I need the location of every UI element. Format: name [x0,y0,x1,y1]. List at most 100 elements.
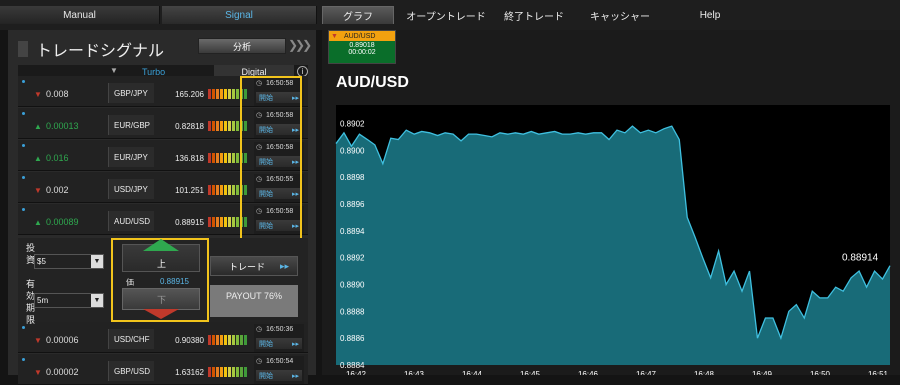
price: 0.90380 [175,336,204,345]
change-value: 0.002 [46,185,69,195]
down-label: 下 [157,295,167,305]
arrow-right-icon: ▸▸ [291,372,299,380]
y-tick-label: 0.8888 [340,307,365,316]
signal-header: トレードシグナル [18,38,164,60]
change-value: 0.00006 [46,335,79,345]
tab-open-trades[interactable]: オープントレード [400,6,492,24]
y-tick-label: 0.8894 [340,227,365,236]
time-box: ◷ 16:50:36 開始 ▸▸ [254,324,304,352]
expiry-time: 16:50:36 [266,326,294,333]
clock-icon: ◷ [256,326,263,333]
price: 101.251 [175,186,204,195]
payout-badge: PAYOUT 76% [210,285,298,317]
tab-help[interactable]: Help [690,6,730,24]
symbol: AUD/USD [108,211,154,231]
x-tick-label: 16:47 [636,370,657,375]
invest-value: $5 [37,257,46,266]
sort-caret-icon[interactable]: ▼ [110,66,118,75]
last-price-label: 0.88914 [842,253,879,264]
symbol: GBP/JPY [108,83,154,103]
strength-bars [208,367,250,377]
analysis-button[interactable]: 分析 [198,38,286,54]
status-dot [22,358,25,361]
invest-select[interactable]: $5 ▼ [34,254,104,269]
arrow-up-icon: ▲ [34,154,42,163]
tab-manual[interactable]: Manual [0,6,160,24]
down-arrow-icon [143,309,179,319]
tag-symbol: AUD/USD [343,32,376,40]
tag-timer: 00:00:02 [348,49,376,56]
x-tick-label: 16:45 [520,370,541,375]
ticker-tag: ▼ AUD/USD 0.89018 00:00:02 [328,30,396,64]
price-label: 価 [126,278,134,287]
arrow-down-icon: ▼ [34,90,42,99]
x-tick-label: 16:43 [404,370,425,375]
y-tick-label: 0.8902 [340,119,365,128]
change-value: 0.00002 [46,367,79,377]
status-dot [22,326,25,329]
open-button[interactable]: 開始 ▸▸ [256,338,302,349]
top-nav: Manual Signal グラフ オープントレード 終了トレード キャッシャー… [0,0,900,30]
signal-title: トレードシグナル [36,43,165,60]
y-tick-label: 0.8890 [340,280,365,289]
arrow-up-icon: ▲ [34,122,42,131]
tag-price: 0.89018 [349,42,375,49]
signal-row[interactable]: ▼ 0.00002 GBP/USD 1.63162 ◷ 16:50:54 開始 ▸… [18,354,308,385]
x-tick-label: 16:49 [752,370,773,375]
x-tick-label: 16:48 [694,370,715,375]
arrow-down-icon: ▼ [34,186,42,195]
expiry-value: 5m [37,296,49,305]
highlight-time-column [240,76,302,244]
x-tick-label: 16:50 [810,370,831,375]
price: 165.206 [175,90,204,99]
price-value: 0.88915 [160,277,189,286]
clock-icon: ◷ [256,358,263,365]
symbol: GBP/USD [108,361,154,381]
arrow-up-icon: ▲ [34,218,42,227]
down-arrow-icon: ▼ [331,32,338,40]
trade-button-label: トレード [229,261,266,272]
status-dot [22,144,25,147]
open-label: 開始 [259,372,273,380]
tab-graph[interactable]: グラフ [322,6,394,24]
symbol: EUR/GBP [108,115,154,135]
time-box: ◷ 16:50:54 開始 ▸▸ [254,356,304,384]
x-tick-label: 16:51 [868,370,889,375]
x-tick-label: 16:46 [578,370,599,375]
tab-cashier[interactable]: キャッシャー [580,6,660,24]
x-tick-label: 16:42 [346,370,367,375]
tab-closed-trades[interactable]: 終了トレード [498,6,570,24]
price: 0.88915 [175,218,204,227]
open-button[interactable]: 開始 ▸▸ [256,370,302,381]
chart-panel: ▼ AUD/USD 0.89018 00:00:02 AUD/USD 0.8902… [322,30,900,375]
price: 136.818 [175,154,204,163]
arrow-down-icon: ▼ [34,368,42,377]
open-label: 開始 [259,340,273,348]
symbol: USD/CHF [108,329,154,349]
price-chart[interactable]: 0.8902 0.8900 0.8898 0.8896 0.8894 0.8892 0.88… [322,85,900,375]
chevron-down-icon: ▼ [91,294,103,307]
y-tick-label: 0.8892 [340,254,365,263]
strength-bars [208,335,250,345]
expiry-select[interactable]: 5m ▼ [34,293,104,308]
change-value: 0.008 [46,89,69,99]
up-arrow-icon [143,239,179,251]
symbol: EUR/JPY [108,147,154,167]
up-button[interactable]: 上 [122,239,200,272]
symbol: USD/JPY [108,179,154,199]
status-dot [22,80,25,83]
signal-row[interactable]: ▼ 0.00006 USD/CHF 0.90380 ◷ 16:50:36 開始 ▸… [18,322,308,353]
y-tick-label: 0.8886 [340,334,365,343]
chevron-down-icon: ▼ [91,255,103,268]
down-button[interactable]: 下 [122,288,200,319]
tab-signal[interactable]: Signal [162,6,317,24]
status-dot [22,112,25,115]
arrow-down-icon: ▼ [34,336,42,345]
trade-button[interactable]: トレード ▸▸ [210,256,298,276]
arrow-right-icon: ▸▸ [291,340,299,348]
y-tick-label: 0.8896 [340,200,365,209]
expiry-time: 16:50:54 [266,358,294,365]
panel-square-icon [18,41,28,57]
status-dot [22,208,25,211]
arrow-right-icon: ▸▸ [279,260,289,271]
